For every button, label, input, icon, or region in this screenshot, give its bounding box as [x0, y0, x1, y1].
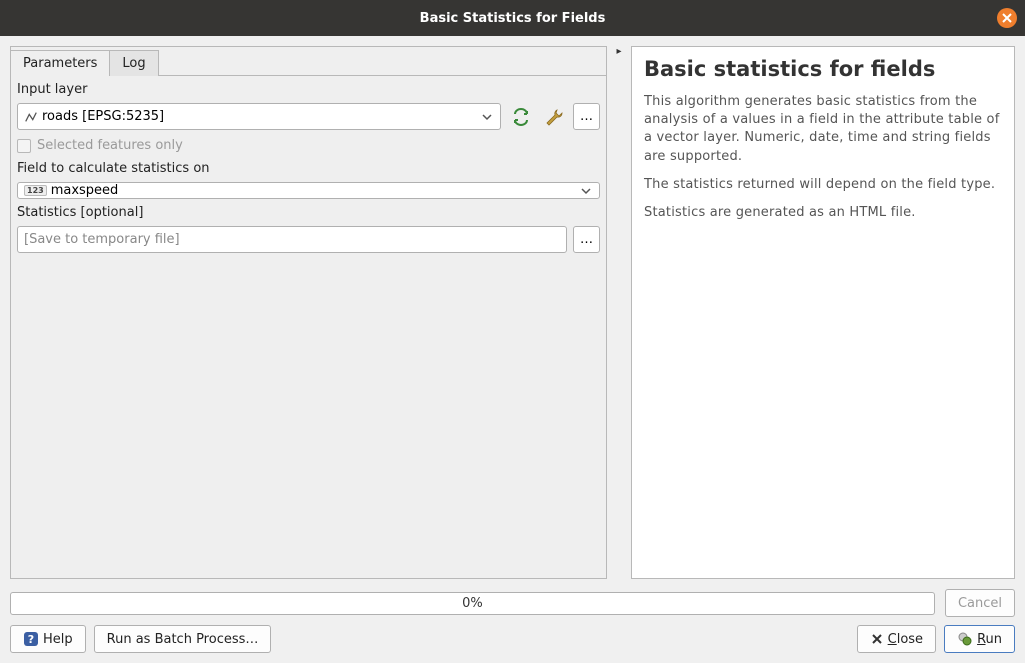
iterate-icon: [511, 107, 531, 127]
title-bar: Basic Statistics for Fields: [0, 0, 1025, 36]
window-title: Basic Statistics for Fields: [420, 11, 606, 26]
svg-text:?: ?: [28, 633, 34, 646]
output-browse-button[interactable]: …: [573, 226, 600, 253]
run-icon: [957, 631, 973, 647]
field-label: Field to calculate statistics on: [17, 161, 600, 176]
batch-button[interactable]: Run as Batch Process…: [94, 625, 272, 653]
input-layer-label: Input layer: [17, 82, 600, 97]
close-button[interactable]: Close: [857, 625, 936, 653]
cancel-button: Cancel: [945, 589, 1015, 617]
close-icon: [870, 632, 884, 646]
ellipsis-icon: …: [580, 109, 593, 124]
chevron-down-icon: [480, 110, 494, 124]
help-button[interactable]: ? Help: [10, 625, 86, 653]
help-text: The statistics returned will depend on t…: [644, 176, 1002, 194]
iterate-button[interactable]: [507, 103, 534, 130]
numeric-field-icon: 123: [24, 185, 47, 196]
tab-parameters[interactable]: Parameters: [10, 50, 110, 76]
selected-features-only-checkbox: [17, 139, 31, 153]
splitter-arrow-icon: ▸: [616, 46, 621, 57]
chevron-down-icon: [579, 184, 593, 198]
advanced-options-button[interactable]: [540, 103, 567, 130]
tab-log[interactable]: Log: [109, 50, 158, 76]
selected-features-only-label: Selected features only: [37, 138, 183, 153]
help-text: This algorithm generates basic statistic…: [644, 93, 1002, 166]
input-layer-browse-button[interactable]: …: [573, 103, 600, 130]
run-button[interactable]: Run: [944, 625, 1015, 653]
progress-bar: 0%: [10, 592, 935, 615]
help-heading: Basic statistics for fields: [644, 57, 1002, 81]
help-panel: Basic statistics for fields This algorit…: [631, 46, 1015, 579]
input-layer-select[interactable]: roads [EPSG:5235]: [17, 103, 501, 130]
window-close-button[interactable]: [997, 8, 1017, 28]
line-layer-icon: [24, 110, 38, 124]
wrench-icon: [544, 107, 564, 127]
splitter[interactable]: ▸: [615, 46, 623, 579]
help-icon: ?: [23, 631, 39, 647]
output-label: Statistics [optional]: [17, 205, 600, 220]
ellipsis-icon: …: [580, 232, 593, 247]
field-select[interactable]: 123 maxspeed: [17, 182, 600, 199]
parameters-panel: Parameters Log Input layer roads [EPSG:5…: [10, 46, 607, 579]
help-text: Statistics are generated as an HTML file…: [644, 204, 1002, 222]
output-path-input[interactable]: [Save to temporary file]: [17, 226, 567, 253]
